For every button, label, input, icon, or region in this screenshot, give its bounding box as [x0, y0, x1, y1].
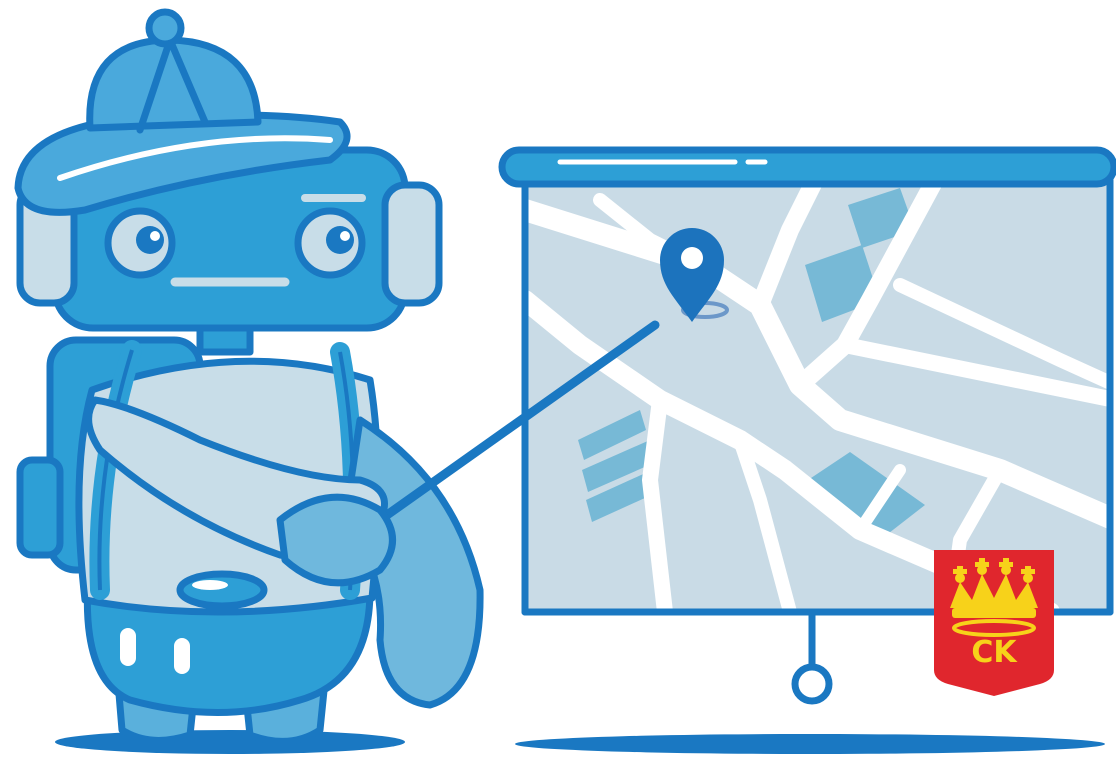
robot-hand: [276, 493, 396, 587]
screen-stand-knob: [791, 663, 833, 705]
pants-stripe: [120, 628, 136, 666]
city-crest-icon: CK: [934, 550, 1054, 696]
robot-ear: [381, 181, 443, 307]
robot-eye: [294, 207, 366, 279]
screen-shadow: [515, 734, 1105, 754]
robot-eye: [104, 207, 176, 279]
crest-letters: CK: [971, 635, 1018, 670]
belt-button: [176, 570, 268, 610]
backpack-pocket: [16, 456, 64, 559]
pants-stripe: [174, 638, 190, 674]
illustration: CK: [14, 8, 1116, 754]
belt-button-shine: [192, 580, 228, 590]
robot-shadow: [55, 730, 405, 754]
screen-roller: [498, 146, 1116, 188]
